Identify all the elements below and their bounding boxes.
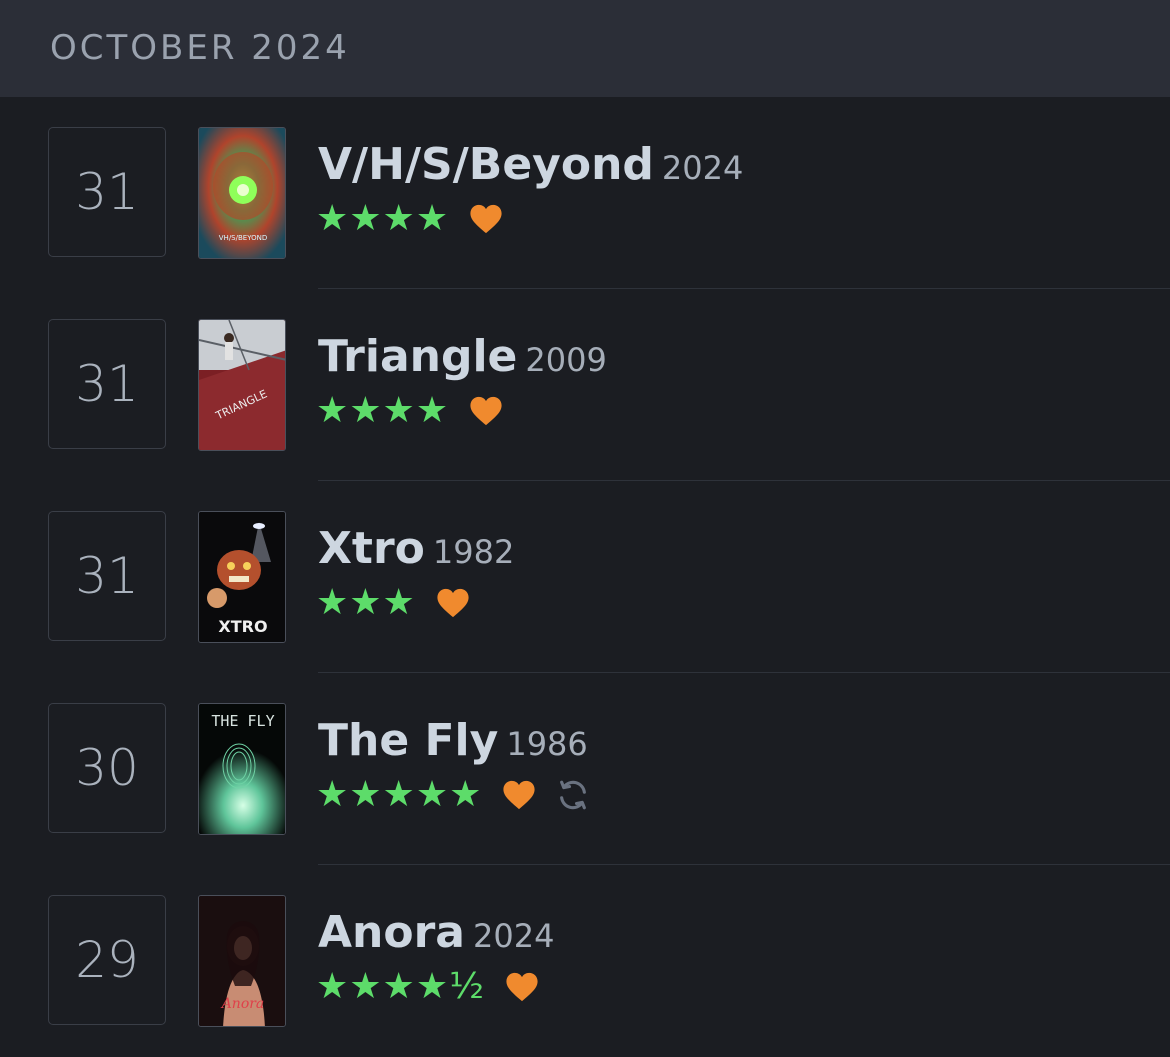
film-poster[interactable]: Anora	[198, 895, 286, 1027]
poster-caption: VH/S/BEYOND	[219, 234, 267, 242]
month-title: OCTOBER 2024	[50, 28, 350, 68]
diary-entry[interactable]: 31 TRIANGLE Triangle 2009 ★★★★	[0, 289, 1170, 481]
day-badge[interactable]: 31	[48, 127, 166, 257]
rating-row: ★★★★★	[316, 771, 590, 819]
film-poster[interactable]: THE FLY	[198, 703, 286, 835]
star-rating: ★★★	[316, 582, 416, 623]
film-poster[interactable]: TRIANGLE	[198, 319, 286, 451]
day-badge[interactable]: 30	[48, 703, 166, 833]
film-title-line[interactable]: V/H/S/Beyond 2024	[318, 139, 743, 190]
month-header: OCTOBER 2024	[0, 0, 1170, 97]
film-title[interactable]: Triangle	[318, 331, 517, 382]
film-poster[interactable]: VH/S/BEYOND	[198, 127, 286, 259]
rating-row: ★★★★	[316, 387, 503, 435]
star-rating: ★★★★	[316, 198, 450, 239]
diary-entry[interactable]: 31 VH/S/BEYOND V/H/S/Beyond 2024 ★★★★	[0, 97, 1170, 289]
heart-icon	[506, 972, 538, 1002]
rating-row: ★★★★½	[316, 963, 539, 1011]
rating-row: ★★★★	[316, 195, 503, 243]
film-year[interactable]: 2024	[662, 149, 743, 187]
heart-icon	[437, 588, 469, 618]
poster-caption: XTRO	[218, 617, 267, 636]
film-title-line[interactable]: The Fly 1986	[318, 715, 588, 766]
poster-caption: Anora	[220, 996, 265, 1012]
rewatch-icon	[560, 780, 587, 810]
diary-entry[interactable]: 29 Anora Anora 2024 ★★★★½	[0, 865, 1170, 1057]
film-poster[interactable]: XTRO	[198, 511, 286, 643]
diary-entry[interactable]: 30 THE FLY The Fly 1986 ★★★★★	[0, 673, 1170, 865]
day-badge[interactable]: 31	[48, 319, 166, 449]
star-rating: ★★★★½	[316, 966, 485, 1007]
heart-icon	[470, 396, 502, 426]
film-title[interactable]: Anora	[318, 907, 465, 958]
film-year[interactable]: 2009	[525, 341, 606, 379]
film-title-line[interactable]: Xtro 1982	[318, 523, 514, 574]
day-badge[interactable]: 31	[48, 511, 166, 641]
heart-icon	[470, 204, 502, 234]
film-title[interactable]: The Fly	[318, 715, 498, 766]
film-title[interactable]: V/H/S/Beyond	[318, 139, 654, 190]
poster-caption: THE FLY	[211, 712, 274, 730]
star-rating: ★★★★	[316, 390, 450, 431]
day-badge[interactable]: 29	[48, 895, 166, 1025]
diary-entry[interactable]: 31 XTRO Xtro 1982 ★★★	[0, 481, 1170, 673]
film-year[interactable]: 1986	[506, 725, 587, 763]
film-title[interactable]: Xtro	[318, 523, 425, 574]
star-rating: ★★★★★	[316, 774, 483, 815]
film-title-line[interactable]: Triangle 2009	[318, 331, 607, 382]
film-title-line[interactable]: Anora 2024	[318, 907, 554, 958]
film-year[interactable]: 2024	[473, 917, 554, 955]
heart-icon	[503, 780, 535, 810]
rating-row: ★★★	[316, 579, 470, 627]
film-year[interactable]: 1982	[433, 533, 514, 571]
